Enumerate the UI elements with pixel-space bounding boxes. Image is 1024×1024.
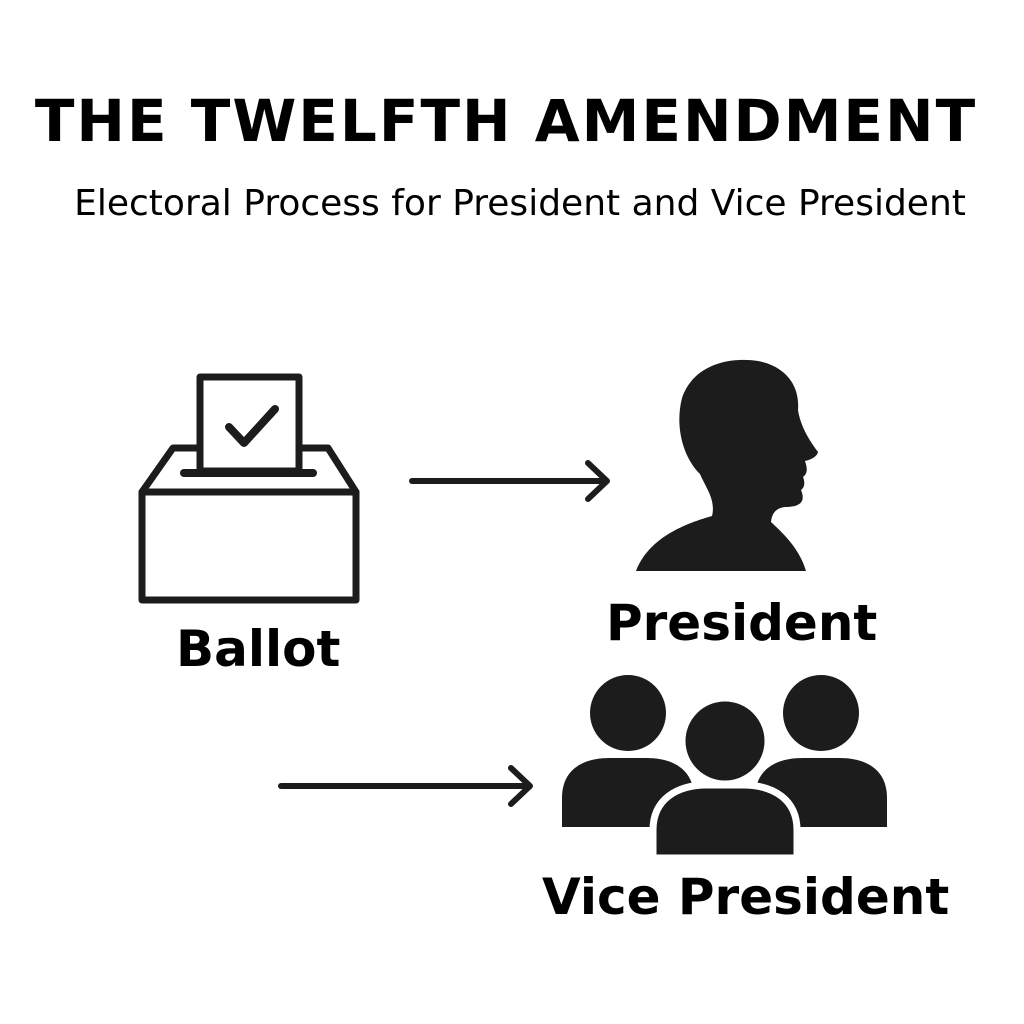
person-center-head [678, 694, 772, 788]
vice-president-label: Vice President [542, 868, 950, 926]
person-profile-icon [636, 359, 818, 571]
arrow-to-president [409, 460, 610, 502]
person-left-head [590, 675, 666, 751]
president-label: President [606, 594, 878, 652]
diagram-page: THE TWELFTH AMENDMENT Electoral Process … [0, 0, 1024, 1024]
ballot-label: Ballot [176, 620, 341, 678]
ballot-paper [196, 373, 303, 475]
person-right-head [783, 675, 859, 751]
arrow-to-vice-president [278, 765, 533, 807]
person-center-body [649, 781, 801, 862]
group-people-icon [562, 675, 887, 862]
ballot-box-icon [138, 373, 360, 604]
